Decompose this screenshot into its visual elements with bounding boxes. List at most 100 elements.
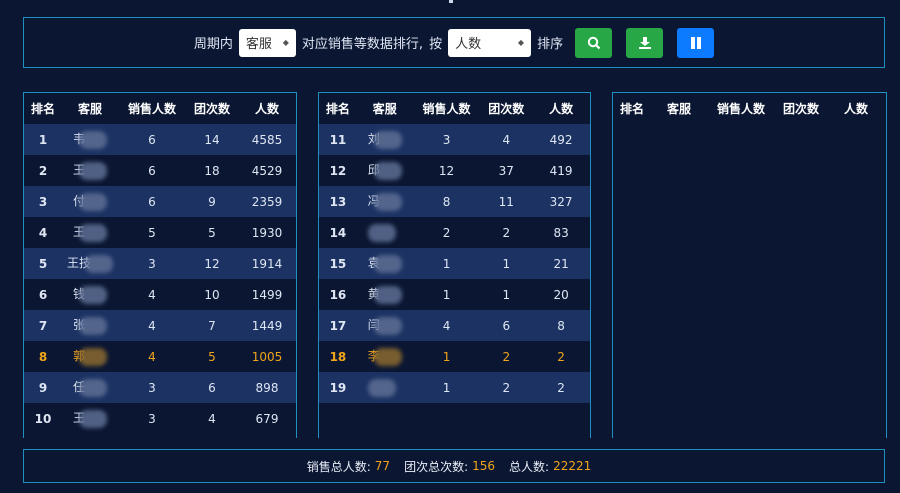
download-button[interactable] bbox=[626, 27, 664, 58]
table-row: 8郭 4 5 1005 bbox=[24, 341, 296, 372]
middle-text: 对应销售等数据排行, bbox=[301, 37, 424, 52]
groups-cell: 37 bbox=[498, 163, 514, 178]
table-row: 7张471449 bbox=[24, 310, 296, 341]
groups-cell: 5 bbox=[208, 225, 216, 240]
table-row: 17 闫 4 6 8 bbox=[319, 310, 590, 341]
header-sales: 销售人数 bbox=[422, 102, 471, 116]
table-header: 排名 客服 销售人数 团次数 人数 bbox=[613, 93, 886, 124]
page-indicator bbox=[449, 0, 453, 3]
table-body: 11刘3449212邱123741913冯81132714228315袁1121… bbox=[319, 124, 590, 403]
agent-cell: 李 bbox=[357, 347, 413, 366]
total-groups-label: 团次总次数: bbox=[404, 459, 469, 474]
table-row: 13 冯 8 11 327 bbox=[319, 186, 590, 217]
rank-cell: 13 bbox=[329, 194, 347, 209]
ranking-panel-2: 排名 客服 销售人数 团次数 人数 11刘3449212邱123741913冯8… bbox=[318, 92, 591, 438]
groups-cell: 10 bbox=[204, 287, 220, 302]
agent-cell: 任 bbox=[62, 378, 118, 397]
people-cell: 1005 bbox=[251, 349, 283, 364]
header-agent: 客服 bbox=[666, 102, 691, 116]
people-cell: 1930 bbox=[251, 225, 283, 240]
header-rank: 排名 bbox=[619, 102, 644, 116]
groups-cell: 1 bbox=[502, 256, 511, 271]
agent-cell: 黄 bbox=[357, 285, 413, 304]
table-row: 18 李 1 2 2 bbox=[319, 341, 590, 372]
header-agent: 客服 bbox=[77, 102, 102, 116]
total-sales-label: 销售总人数: bbox=[306, 459, 371, 474]
groups-cell: 4 bbox=[502, 132, 511, 147]
rank-cell: 12 bbox=[329, 163, 347, 178]
agent-cell: 闫 bbox=[357, 316, 413, 335]
header-sales: 销售人数 bbox=[716, 102, 765, 116]
groups-cell: 6 bbox=[502, 318, 511, 333]
rank-cell: 11 bbox=[329, 132, 347, 147]
sales-cell: 8 bbox=[442, 194, 451, 209]
filter-toolbar: 周期内 客服 ◆ 对应销售等数据排行, 按 人数 ◆ 排序 bbox=[23, 17, 885, 68]
sales-cell: 1 bbox=[442, 256, 451, 271]
agent-cell: 冯 bbox=[357, 192, 413, 211]
pause-button[interactable] bbox=[677, 27, 715, 58]
table-row: 2王 6 18 4529 bbox=[24, 155, 296, 186]
sales-cell: 4 bbox=[148, 318, 156, 333]
sales-cell: 4 bbox=[442, 318, 451, 333]
header-groups: 团次数 bbox=[193, 102, 230, 116]
sales-cell: 3 bbox=[148, 380, 156, 395]
groups-cell: 18 bbox=[204, 163, 220, 178]
groups-cell: 14 bbox=[204, 132, 220, 147]
people-cell: 2 bbox=[557, 380, 565, 395]
table-row: 15 袁 1 1 21 bbox=[319, 248, 590, 279]
agent-cell: 袁 bbox=[357, 254, 413, 273]
total-people-value: 22221 bbox=[553, 459, 592, 473]
pause-icon bbox=[690, 36, 701, 49]
sort-field-select[interactable]: 人数 ◆ bbox=[448, 28, 532, 57]
redaction-blur bbox=[79, 378, 107, 397]
rank-cell: 2 bbox=[38, 163, 48, 178]
people-cell: 4529 bbox=[251, 163, 283, 178]
header-rank: 排名 bbox=[30, 102, 55, 116]
people-cell: 419 bbox=[549, 163, 573, 178]
table-row: 1韦 6 14 4585 bbox=[24, 124, 296, 155]
table-row: 16 黄 1 1 20 bbox=[319, 279, 590, 310]
dimension-select[interactable]: 客服 ◆ bbox=[238, 28, 296, 57]
sales-cell: 2 bbox=[442, 225, 451, 240]
agent-cell bbox=[357, 378, 413, 397]
sales-cell: 6 bbox=[148, 194, 156, 209]
rank-cell: 15 bbox=[329, 256, 347, 271]
agent-cell: 张 bbox=[62, 316, 118, 335]
redaction-blur bbox=[85, 254, 113, 273]
sales-cell: 1 bbox=[442, 287, 451, 302]
redaction-blur bbox=[79, 161, 107, 180]
header-groups: 团次数 bbox=[782, 102, 819, 116]
agent-cell: 韦 bbox=[62, 130, 118, 149]
period-label: 周期内 bbox=[193, 37, 233, 52]
rank-cell: 3 bbox=[38, 194, 48, 209]
redaction-blur bbox=[373, 130, 402, 149]
redaction-blur bbox=[79, 130, 107, 149]
sales-cell: 4 bbox=[148, 287, 156, 302]
table-row: 14 2 2 83 bbox=[319, 217, 590, 248]
search-button[interactable] bbox=[575, 27, 613, 58]
table-row: 4王 5 5 1930 bbox=[24, 217, 296, 248]
sales-cell: 12 bbox=[438, 163, 455, 178]
agent-cell bbox=[357, 223, 413, 242]
select-caret-icon: ◆ bbox=[282, 38, 289, 47]
agent-cell: 王 bbox=[62, 409, 118, 428]
sales-cell: 1 bbox=[442, 380, 451, 395]
rank-cell: 5 bbox=[38, 256, 48, 271]
groups-cell: 5 bbox=[208, 349, 216, 364]
rank-cell: 16 bbox=[329, 287, 347, 302]
people-cell: 679 bbox=[255, 411, 279, 426]
agent-cell: 付 bbox=[62, 192, 118, 211]
agent-cell: 王 bbox=[62, 161, 118, 180]
rank-cell: 6 bbox=[38, 287, 48, 302]
rank-cell: 9 bbox=[38, 380, 48, 395]
sales-cell: 1 bbox=[442, 349, 451, 364]
sales-cell: 6 bbox=[148, 163, 156, 178]
rank-cell: 1 bbox=[38, 132, 48, 147]
agent-cell: 刘 bbox=[357, 130, 413, 149]
groups-cell: 2 bbox=[502, 225, 511, 240]
table-header: 排名 客服 销售人数 团次数 人数 bbox=[24, 93, 296, 124]
total-groups-value: 156 bbox=[472, 459, 496, 473]
people-cell: 20 bbox=[553, 287, 569, 302]
groups-cell: 2 bbox=[502, 380, 511, 395]
total-sales-value: 77 bbox=[374, 459, 391, 473]
